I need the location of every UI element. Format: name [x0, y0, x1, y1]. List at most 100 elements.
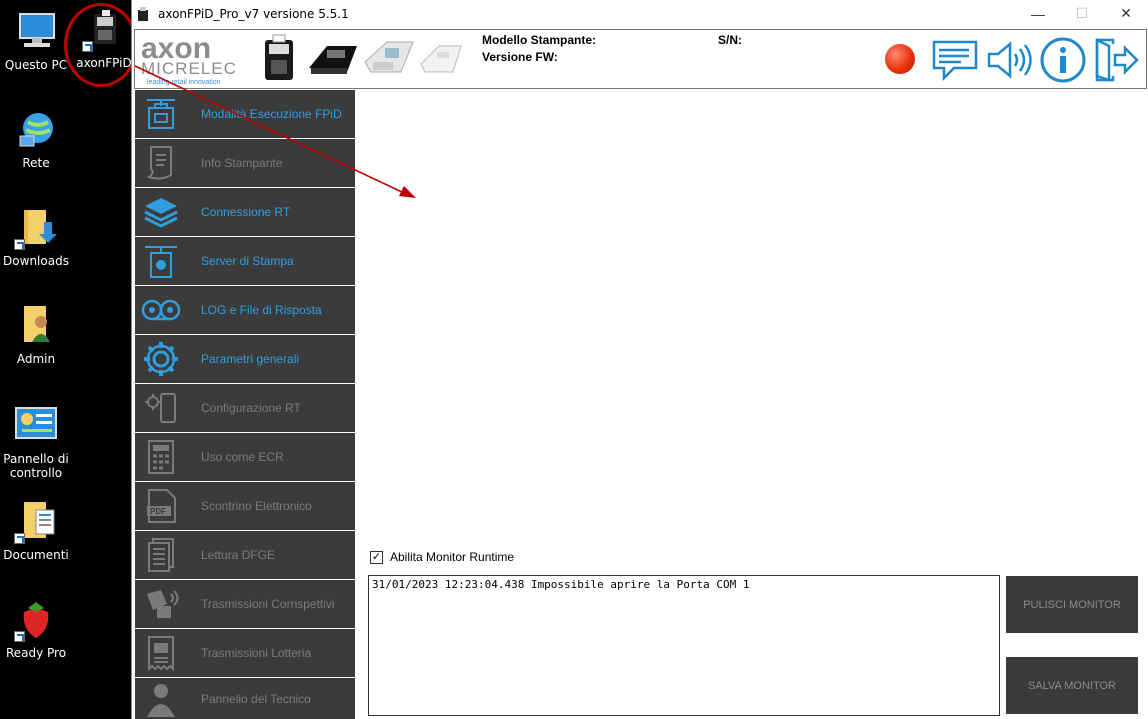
documents-icon — [141, 535, 181, 575]
connection-status-indicator — [885, 44, 915, 74]
printer-model-2-icon — [305, 38, 361, 87]
sidebar-item-configurazione-rt[interactable]: Configurazione RT — [135, 384, 355, 432]
sidebar-item-label: Info Stampante — [201, 156, 283, 170]
tape-icon — [141, 290, 181, 330]
sidebar-item-label: Configurazione RT — [201, 401, 301, 415]
transmit-icon — [141, 584, 181, 624]
window-title: axonFPiD_Pro_v7 versione 5.5.1 — [158, 6, 349, 21]
shortcut-arrow-icon — [14, 631, 25, 642]
maximize-button[interactable]: ☐ — [1060, 0, 1104, 27]
desktop-icon-admin[interactable]: Admin — [0, 304, 72, 366]
save-monitor-button[interactable]: SALVA MONITOR — [1006, 657, 1138, 714]
print-server-icon — [141, 241, 181, 281]
receipt-icon — [141, 143, 181, 183]
logo-text-bottom: MICRELEC — [141, 59, 237, 78]
logo-tagline: leading retail innovation — [147, 79, 221, 86]
calculator-icon — [141, 437, 181, 477]
log-line: 31/01/2023 12:23:04.438 Impossibile apri… — [372, 578, 750, 591]
desktop-icon-pannello-di-controllo[interactable]: Pannello di controllo — [0, 404, 72, 480]
sidebar-item-uso-come-ecr[interactable]: Uso come ECR — [135, 433, 355, 481]
sidebar-item-label: Scontrino Elettronico — [201, 499, 312, 513]
desktop-icon-documenti[interactable]: Documenti — [0, 500, 72, 562]
desktop-icon-label: Rete — [22, 156, 50, 170]
svg-text:PDF: PDF — [150, 507, 166, 516]
documents-folder-icon — [14, 500, 58, 544]
sidebar-nav: Modalità Esecuzione FPiD Info Stampante Co… — [135, 90, 355, 719]
sidebar-item-label: Trasmissioni Lotteria — [201, 646, 312, 660]
desktop-icon-label: Admin — [16, 352, 56, 366]
axon-micrelec-logo: axon MICRELEC leading retail innovation — [139, 32, 251, 88]
layers-icon — [141, 192, 181, 232]
sidebar-item-parametri-generali[interactable]: Parametri generali — [135, 335, 355, 383]
sidebar-item-label: Connessione RT — [201, 205, 291, 219]
monitor-runtime-checkbox[interactable]: ✓ Abilita Monitor Runtime — [370, 550, 514, 564]
printer-model-4-icon — [417, 38, 467, 87]
strawberry-icon — [14, 598, 58, 642]
sidebar-item-info-stampante[interactable]: Info Stampante — [135, 139, 355, 187]
sidebar-item-log-e-file-di-risposta[interactable]: LOG e File di Risposta — [135, 286, 355, 334]
runtime-monitor-log[interactable]: 31/01/2023 12:23:04.438 Impossibile apri… — [368, 575, 1000, 716]
printer-model-1-icon — [255, 34, 303, 89]
title-bar[interactable]: axonFPiD_Pro_v7 versione 5.5.1 — ☐ ✕ — [132, 0, 1148, 27]
exit-button[interactable] — [1091, 36, 1139, 84]
sidebar-item-pannello-del-tecnico[interactable]: Pannello del Tecnico — [135, 678, 355, 719]
desktop-icon-ready-pro[interactable]: Ready Pro — [0, 598, 72, 660]
desktop-icon-label: Ready Pro — [5, 646, 67, 660]
highlight-circle — [64, 3, 138, 87]
shortcut-arrow-icon — [14, 533, 25, 544]
desktop-icon-label: Documenti — [3, 548, 69, 562]
desktop-icon-downloads[interactable]: Downloads — [0, 206, 72, 268]
gear-icon — [141, 339, 181, 379]
lottery-receipt-icon — [141, 633, 181, 673]
sidebar-item-trasmissioni-lotteria[interactable]: Trasmissioni Lotteria — [135, 629, 355, 677]
sidebar-item-modalit-esecuzione-fpid[interactable]: Modalità Esecuzione FPiD — [135, 90, 355, 138]
sidebar-item-label: Trasmissioni Corrispettivi — [201, 597, 335, 611]
sidebar-item-label: Server di Stampa — [201, 254, 294, 268]
audio-button[interactable] — [985, 36, 1033, 84]
desktop-icon-rete[interactable]: Rete — [0, 108, 72, 170]
clear-monitor-button[interactable]: PULISCI MONITOR — [1006, 576, 1138, 633]
desktop: Questo PC axonFPiD Rete Downloads Admin … — [0, 0, 138, 719]
monitor-checkbox-label: Abilita Monitor Runtime — [390, 550, 515, 564]
close-button[interactable]: ✕ — [1104, 0, 1148, 27]
sidebar-item-label: LOG e File di Risposta — [201, 303, 322, 317]
sidebar-item-label: Modalità Esecuzione FPiD — [201, 107, 342, 121]
sidebar-item-trasmissioni-corrispettivi[interactable]: Trasmissioni Corrispettivi — [135, 580, 355, 628]
app-window: axonFPiD_Pro_v7 versione 5.5.1 — ☐ ✕ axo… — [131, 0, 1148, 719]
messages-button[interactable] — [931, 36, 979, 84]
desktop-icon-label: Downloads — [3, 254, 69, 268]
desktop-icon-label: Pannello di controllo — [3, 452, 69, 480]
sidebar-item-connessione-rt[interactable]: Connessione RT — [135, 188, 355, 236]
firmware-label: Versione FW: — [482, 50, 558, 64]
network-globe-icon — [14, 108, 58, 152]
messages-icon — [932, 40, 978, 82]
desktop-icon-label: Questo PC — [4, 58, 68, 72]
settings-device-icon — [141, 388, 181, 428]
control-panel-icon — [14, 404, 58, 448]
printer-info: Modello Stampante: Versione FW: — [482, 33, 596, 67]
sidebar-item-label: Parametri generali — [201, 352, 300, 366]
user-folder-icon — [14, 304, 58, 348]
sidebar-item-label: Uso come ECR — [201, 450, 284, 464]
sidebar-item-lettura-dfge[interactable]: Lettura DFGE — [135, 531, 355, 579]
exit-icon — [1095, 37, 1139, 82]
computer-icon — [14, 10, 58, 54]
minimize-button[interactable]: — — [1016, 0, 1060, 27]
pdf-icon: PDF — [141, 486, 181, 526]
desktop-icon-questo-pc[interactable]: Questo PC — [0, 10, 72, 72]
app-printer-icon — [136, 6, 150, 22]
sidebar-item-label: Pannello del Tecnico — [201, 691, 311, 706]
serial-number-label: S/N: — [718, 33, 742, 47]
info-button[interactable] — [1039, 36, 1087, 84]
model-label: Modello Stampante: — [482, 33, 597, 47]
sidebar-item-server-di-stampa[interactable]: Server di Stampa — [135, 237, 355, 285]
checkbox-check-icon[interactable]: ✓ — [370, 550, 383, 564]
shortcut-arrow-icon — [14, 239, 25, 250]
printer-server-icon — [141, 94, 181, 134]
speaker-icon — [987, 41, 1032, 79]
printer-model-3-icon — [361, 36, 417, 87]
downloads-folder-icon — [14, 206, 58, 250]
info-icon — [1040, 37, 1086, 83]
app-header: axon MICRELEC leading retail innovation … — [134, 29, 1147, 89]
sidebar-item-scontrino-elettronico[interactable]: PDF Scontrino Elettronico — [135, 482, 355, 530]
